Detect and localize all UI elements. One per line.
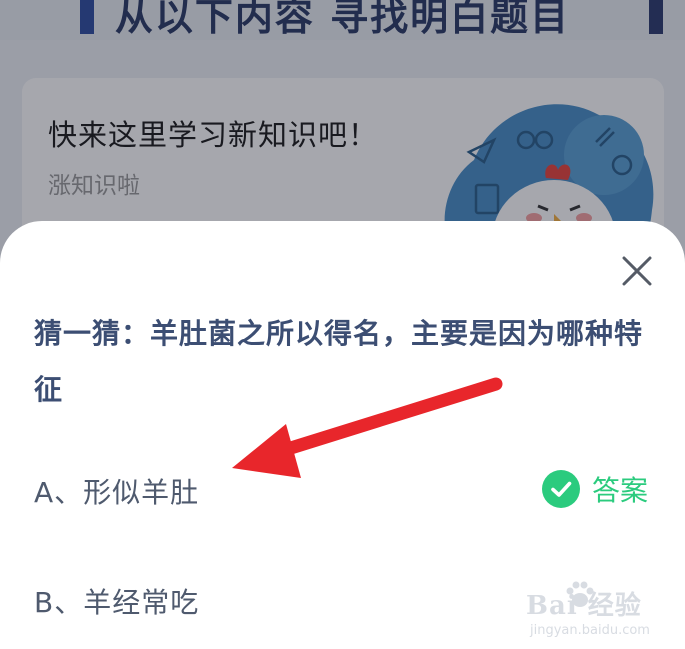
option-b-label: B、羊经常吃 (34, 586, 200, 619)
close-button[interactable] (619, 253, 655, 289)
quiz-question: 猜一猜：羊肚菌之所以得名，主要是因为哪种特征 (34, 317, 644, 406)
option-a[interactable]: A、形似羊肚 答案 (34, 465, 654, 515)
watermark-url: jingyan.baidu.com (530, 623, 650, 638)
baidu-jingyan-watermark: Bai 经验 jingyan.baidu.com (520, 575, 680, 645)
answer-label: 答案 (591, 474, 648, 507)
check-circle-icon (541, 470, 580, 508)
close-icon (622, 256, 652, 286)
answer-badge: 答案 (541, 469, 648, 509)
paw-icon (566, 581, 594, 607)
option-a-label: A、形似羊肚 (34, 476, 200, 509)
